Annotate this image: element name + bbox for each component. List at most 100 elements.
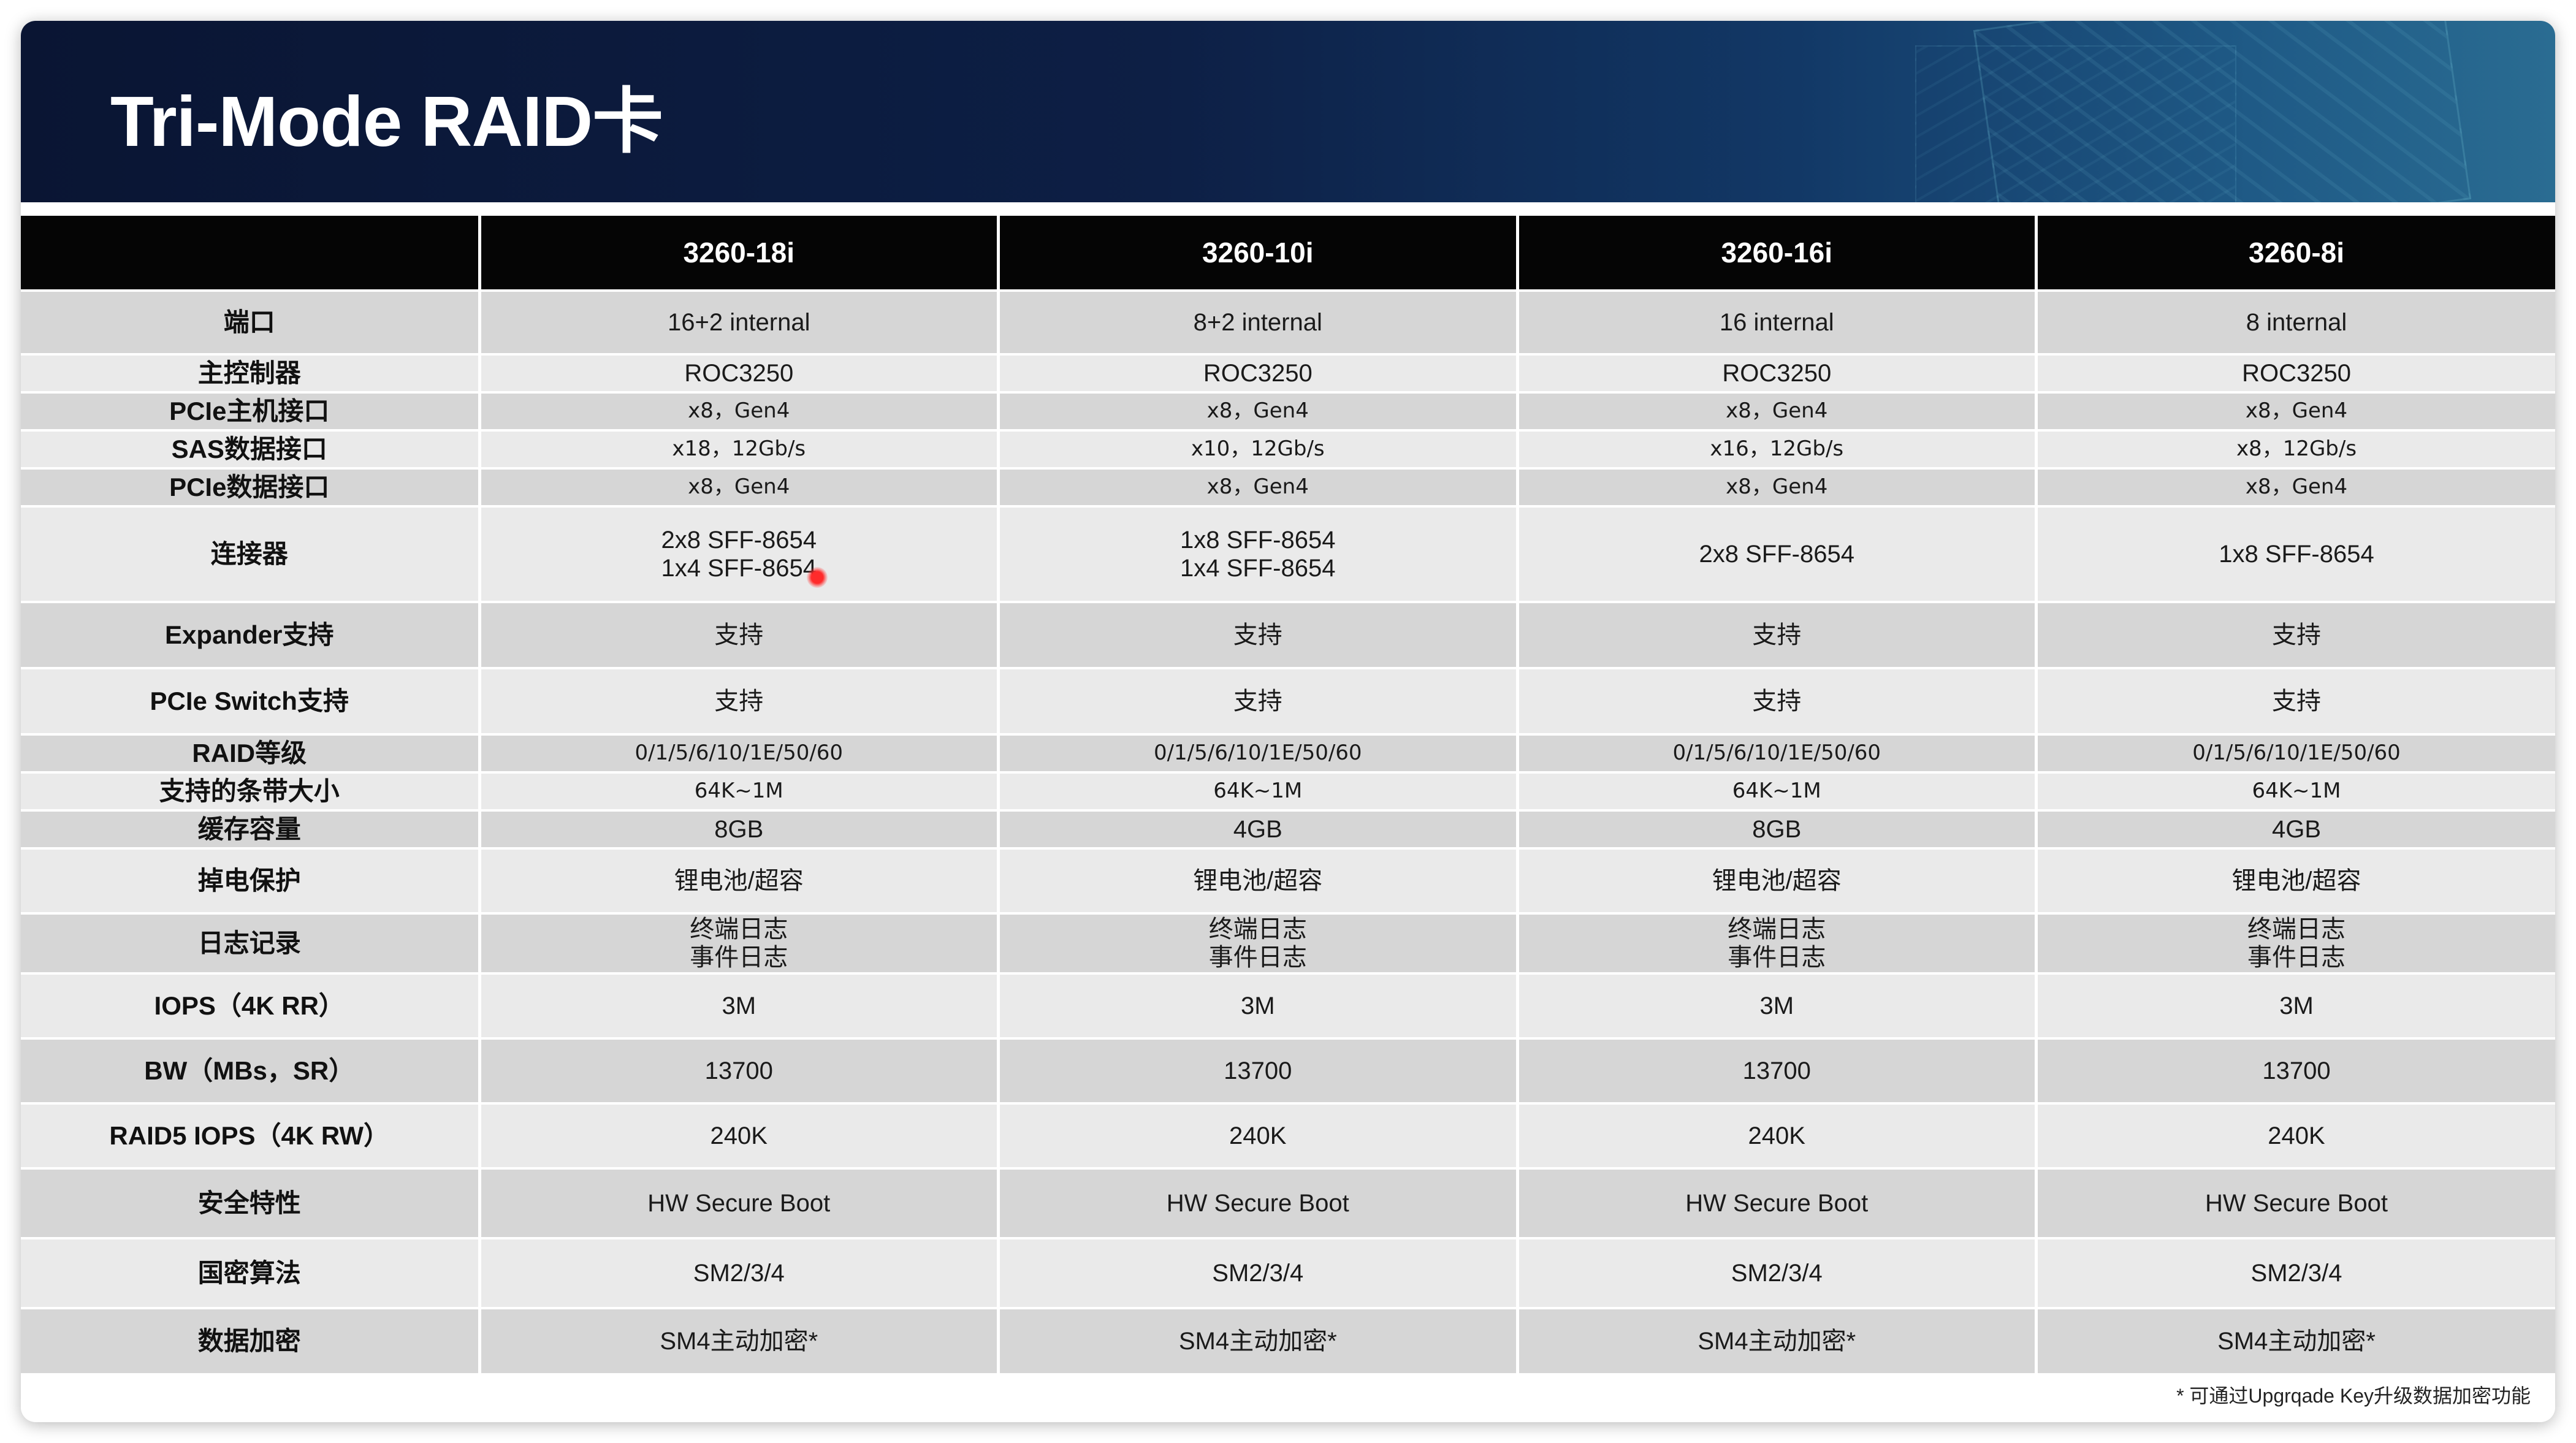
row-label: 掉电保护 xyxy=(21,847,481,913)
value-line: 事件日志 xyxy=(1728,944,1826,971)
row-label: 主控制器 xyxy=(21,353,481,392)
table-row: 国密算法 SM2/3/4 SM2/3/4 SM2/3/4 SM2/3/4 xyxy=(21,1237,2555,1308)
value-cell: 0/1/5/6/10/1E/50/60 xyxy=(479,733,1000,772)
value-cell: 支持 xyxy=(2036,601,2555,668)
table-row: 主控制器 ROC3250 ROC3250 ROC3250 ROC3250 xyxy=(21,353,2555,392)
table-row: PCIe Switch支持 支持 支持 支持 支持 xyxy=(21,667,2555,734)
table-row: IOPS（4K RR） 3M 3M 3M 3M xyxy=(21,972,2555,1038)
row-label: 国密算法 xyxy=(21,1237,481,1308)
row-label: BW（MBs，SR） xyxy=(21,1037,481,1103)
value-cell: 4GB xyxy=(2036,809,2555,848)
value-line: 终端日志 xyxy=(690,916,788,943)
model-header: 3260-16i xyxy=(1517,216,2038,291)
value-cell: SM2/3/4 xyxy=(479,1237,1000,1308)
value-cell: 3M xyxy=(479,972,1000,1038)
value-cell: 支持 xyxy=(479,667,1000,734)
table-row: RAID5 IOPS（4K RW） 240K 240K 240K 240K xyxy=(21,1102,2555,1168)
value-line: 1x8 SFF-8654 xyxy=(1180,527,1336,554)
value-cell: 终端日志 事件日志 xyxy=(1517,912,2038,973)
value-cell: x8，Gen4 xyxy=(2036,391,2555,430)
row-label: IOPS（4K RR） xyxy=(21,972,481,1038)
value-cell: 终端日志 事件日志 xyxy=(998,912,1519,973)
value-line: 2x8 SFF-8654 xyxy=(661,527,817,554)
value-cell: 3M xyxy=(998,972,1519,1038)
row-label: RAID等级 xyxy=(21,733,481,772)
value-cell: HW Secure Boot xyxy=(2036,1167,2555,1238)
value-cell: x8，Gen4 xyxy=(998,391,1519,430)
table-row: 数据加密 SM4主动加密* SM4主动加密* SM4主动加密* SM4主动加密* xyxy=(21,1307,2555,1373)
value-cell: 240K xyxy=(479,1102,1000,1168)
value-cell: 13700 xyxy=(1517,1037,2038,1103)
value-line: 事件日志 xyxy=(690,944,788,971)
value-cell: 240K xyxy=(1517,1102,2038,1168)
row-label: PCIe数据接口 xyxy=(21,467,481,506)
row-label: Expander支持 xyxy=(21,601,481,668)
value-cell: 0/1/5/6/10/1E/50/60 xyxy=(1517,733,2038,772)
header-corner xyxy=(21,216,481,291)
value-cell: 支持 xyxy=(998,667,1519,734)
value-cell: 240K xyxy=(2036,1102,2555,1168)
value-cell: ROC3250 xyxy=(2036,353,2555,392)
row-label: 安全特性 xyxy=(21,1167,481,1238)
slide-header: Tri-Mode RAID卡 xyxy=(21,21,2555,202)
value-cell: 支持 xyxy=(479,601,1000,668)
table-row: RAID等级 0/1/5/6/10/1E/50/60 0/1/5/6/10/1E/5… xyxy=(21,733,2555,772)
value-cell: x8，Gen4 xyxy=(2036,467,2555,506)
spec-table: 3260-18i 3260-10i 3260-16i 3260-8i 端口 16+… xyxy=(21,216,2555,1373)
row-label: 连接器 xyxy=(21,505,481,602)
value-cell: 2x8 SFF-8654 xyxy=(1517,505,2038,602)
value-cell: 64K~1M xyxy=(2036,771,2555,810)
value-line: 事件日志 xyxy=(2247,944,2345,971)
row-label: PCIe Switch支持 xyxy=(21,667,481,734)
value-cell: 1x8 SFF-8654 xyxy=(2036,505,2555,602)
value-cell: x8，Gen4 xyxy=(1517,391,2038,430)
value-cell: HW Secure Boot xyxy=(1517,1167,2038,1238)
value-cell: 支持 xyxy=(998,601,1519,668)
row-label: 日志记录 xyxy=(21,912,481,973)
value-cell: 锂电池/超容 xyxy=(479,847,1000,913)
model-header: 3260-18i xyxy=(479,216,1000,291)
value-cell: x8，Gen4 xyxy=(998,467,1519,506)
slide: Tri-Mode RAID卡 3260-18i 3260-10i 3260-16… xyxy=(21,21,2555,1422)
header-row: 3260-18i 3260-10i 3260-16i 3260-8i xyxy=(21,216,2555,291)
cursor-indicator xyxy=(807,567,828,588)
value-cell: SM2/3/4 xyxy=(998,1237,1519,1308)
value-cell: 2x8 SFF-8654 1x4 SFF-8654 xyxy=(479,505,1000,602)
value-cell: 8GB xyxy=(1517,809,2038,848)
value-cell: x18，12Gb/s xyxy=(479,429,1000,468)
table-row: 掉电保护 锂电池/超容 锂电池/超容 锂电池/超容 锂电池/超容 xyxy=(21,847,2555,913)
spec-body: 端口 16+2 internal 8+2 internal 16 internal 8 … xyxy=(21,289,2555,1373)
value-cell: SM2/3/4 xyxy=(1517,1237,2038,1308)
value-cell: x8，12Gb/s xyxy=(2036,429,2555,468)
value-cell: x8，Gen4 xyxy=(479,467,1000,506)
value-line: 事件日志 xyxy=(1208,944,1307,971)
value-cell: ROC3250 xyxy=(1517,353,2038,392)
value-cell: 3M xyxy=(1517,972,2038,1038)
value-cell: 终端日志 事件日志 xyxy=(479,912,1000,973)
table-row: 日志记录 终端日志 事件日志 终端日志 事件日志 终端日志 事件日志 终端日志 事件日志 xyxy=(21,912,2555,973)
value-cell: 1x8 SFF-8654 1x4 SFF-8654 xyxy=(998,505,1519,602)
value-cell: 终端日志 事件日志 xyxy=(2036,912,2555,973)
value-cell: SM4主动加密* xyxy=(479,1307,1000,1373)
table-row: 安全特性 HW Secure Boot HW Secure Boot HW Secur… xyxy=(21,1167,2555,1238)
table-row: 缓存容量 8GB 4GB 8GB 4GB xyxy=(21,809,2555,848)
row-label: RAID5 IOPS（4K RW） xyxy=(21,1102,481,1168)
value-line: 2x8 SFF-8654 xyxy=(1699,541,1854,568)
value-cell: 0/1/5/6/10/1E/50/60 xyxy=(2036,733,2555,772)
table-row: 支持的条带大小 64K~1M 64K~1M 64K~1M 64K~1M xyxy=(21,771,2555,810)
footnote: * 可通过Upgrqade Key升级数据加密功能 xyxy=(2176,1385,2531,1407)
value-cell: 4GB xyxy=(998,809,1519,848)
value-cell: 锂电池/超容 xyxy=(2036,847,2555,913)
value-cell: x8，Gen4 xyxy=(479,391,1000,430)
model-header: 3260-8i xyxy=(2036,216,2555,291)
value-cell: 8 internal xyxy=(2036,289,2555,354)
value-line: 1x8 SFF-8654 xyxy=(2219,541,2374,568)
value-cell: 240K xyxy=(998,1102,1519,1168)
table-row: 连接器 2x8 SFF-8654 1x4 SFF-8654 1x8 SFF-8654 1… xyxy=(21,505,2555,602)
row-label: 端口 xyxy=(21,289,481,354)
value-line: 1x4 SFF-8654 xyxy=(1180,555,1336,582)
value-cell: 支持 xyxy=(1517,601,2038,668)
value-cell: 3M xyxy=(2036,972,2555,1038)
value-cell: 64K~1M xyxy=(998,771,1519,810)
slide-title: Tri-Mode RAID卡 xyxy=(110,82,663,161)
